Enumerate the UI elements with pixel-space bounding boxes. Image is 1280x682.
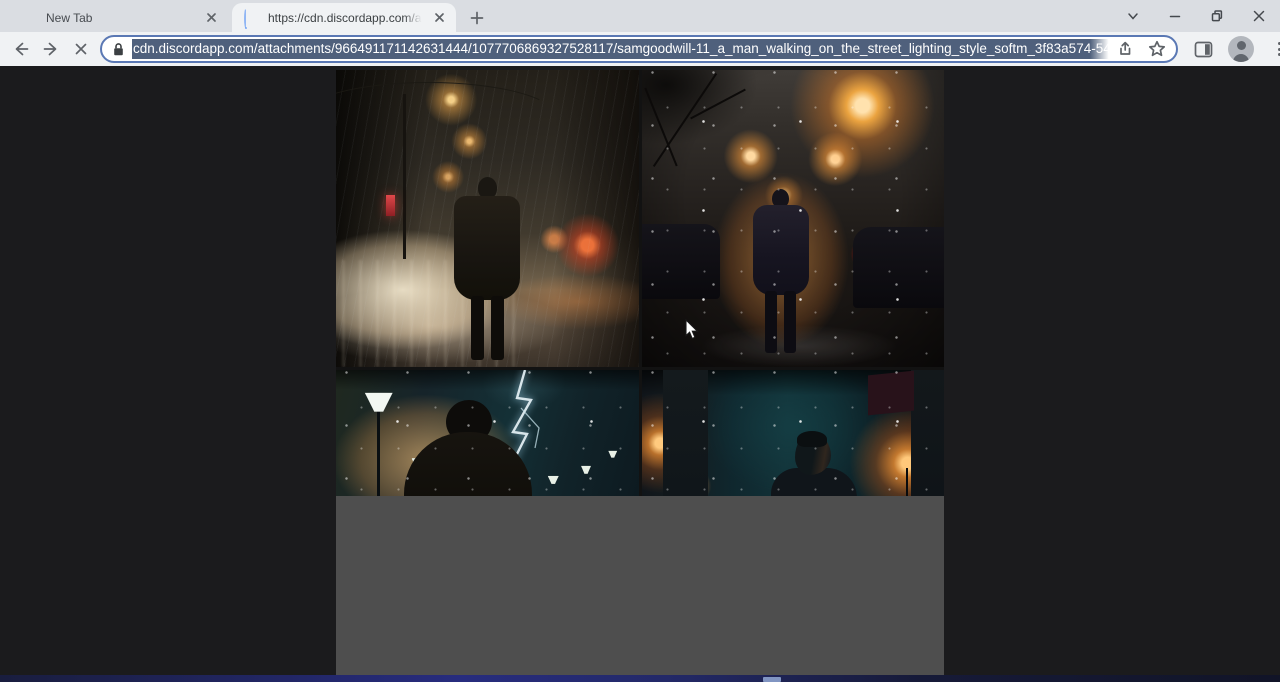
toolbar-right-buttons <box>1188 34 1280 64</box>
tab-close-button[interactable] <box>430 9 448 27</box>
bookmark-star-button[interactable] <box>1144 36 1170 62</box>
url-text[interactable]: cdn.discordapp.com/attachments/966491171… <box>132 39 1112 59</box>
lock-icon[interactable] <box>112 42 125 57</box>
tab-title: https://cdn.discordapp.com/atta <box>268 11 426 25</box>
side-panel-button[interactable] <box>1188 34 1218 64</box>
street-lamp <box>581 466 591 474</box>
close-icon <box>434 12 445 23</box>
image-loading-placeholder <box>336 496 944 675</box>
taskbar-sliver <box>0 675 1280 682</box>
quadrant-top-left <box>336 70 639 367</box>
chrome-icon <box>22 10 38 26</box>
building-silhouette <box>911 370 944 496</box>
address-bar[interactable]: cdn.discordapp.com/attachments/966491171… <box>100 35 1178 63</box>
quadrant-bottom-right <box>642 370 945 496</box>
tree-branch <box>653 73 717 167</box>
stop-x-icon <box>73 41 89 57</box>
toolbar: cdn.discordapp.com/attachments/966491171… <box>0 32 1280 66</box>
avatar-icon <box>1237 41 1246 50</box>
building-silhouette <box>663 370 708 496</box>
tab-strip: New Tab https://cdn.discordapp.com/atta <box>0 0 1280 32</box>
lamp-pole <box>906 468 908 496</box>
street-lamp <box>608 451 617 458</box>
parked-car-left <box>642 224 721 298</box>
quadrant-bottom-left <box>336 370 639 496</box>
close-window-button[interactable] <box>1238 0 1280 32</box>
stop-loading-button[interactable] <box>66 34 96 64</box>
restore-icon <box>1210 9 1224 23</box>
person-silhouette <box>751 189 811 353</box>
person-profile-silhouette <box>775 433 875 496</box>
tab-search-button[interactable] <box>1112 0 1154 32</box>
profile-button[interactable] <box>1228 36 1254 62</box>
overhead-wire <box>336 82 557 152</box>
share-button[interactable] <box>1112 36 1138 62</box>
page-content <box>0 66 1280 675</box>
tab-close-button[interactable] <box>202 9 220 27</box>
back-button[interactable] <box>6 34 36 64</box>
url-selected-text: cdn.discordapp.com/attachments/966491171… <box>132 39 1112 59</box>
close-icon <box>206 12 217 23</box>
browser-window: New Tab https://cdn.discordapp.com/atta <box>0 0 1280 682</box>
lamp-pole <box>377 410 380 496</box>
forward-button[interactable] <box>36 34 66 64</box>
building-silhouette <box>868 370 914 415</box>
star-outline-icon <box>1148 40 1166 58</box>
tab-discord-cdn-image[interactable]: https://cdn.discordapp.com/atta <box>232 3 456 32</box>
person-silhouette <box>404 400 534 496</box>
red-shop-sign <box>386 195 395 216</box>
image-grid[interactable] <box>336 70 944 496</box>
street-lamp <box>365 393 393 412</box>
close-icon <box>1252 9 1266 23</box>
image-wrapper <box>336 70 944 675</box>
person-silhouette <box>452 177 522 360</box>
plus-icon <box>470 11 484 25</box>
new-tab-button[interactable] <box>465 6 489 30</box>
loading-spinner-icon <box>244 10 260 26</box>
window-controls <box>1112 0 1280 32</box>
tab-new-tab[interactable]: New Tab <box>10 3 228 32</box>
taskbar-widget <box>763 677 781 682</box>
share-icon <box>1116 40 1134 58</box>
restore-button[interactable] <box>1196 0 1238 32</box>
forward-arrow-icon <box>42 40 60 58</box>
browser-menu-button[interactable] <box>1266 34 1280 64</box>
tree-branch <box>690 89 746 120</box>
url-fade-overlay <box>1090 39 1112 59</box>
quadrant-top-right <box>642 70 945 367</box>
parked-car-right <box>853 227 944 307</box>
chevron-down-icon <box>1126 9 1140 23</box>
back-arrow-icon <box>12 40 30 58</box>
minimize-icon <box>1168 9 1182 23</box>
minimize-button[interactable] <box>1154 0 1196 32</box>
side-panel-icon <box>1194 41 1213 58</box>
lamp-pole <box>403 94 406 259</box>
tab-title: New Tab <box>46 11 198 25</box>
